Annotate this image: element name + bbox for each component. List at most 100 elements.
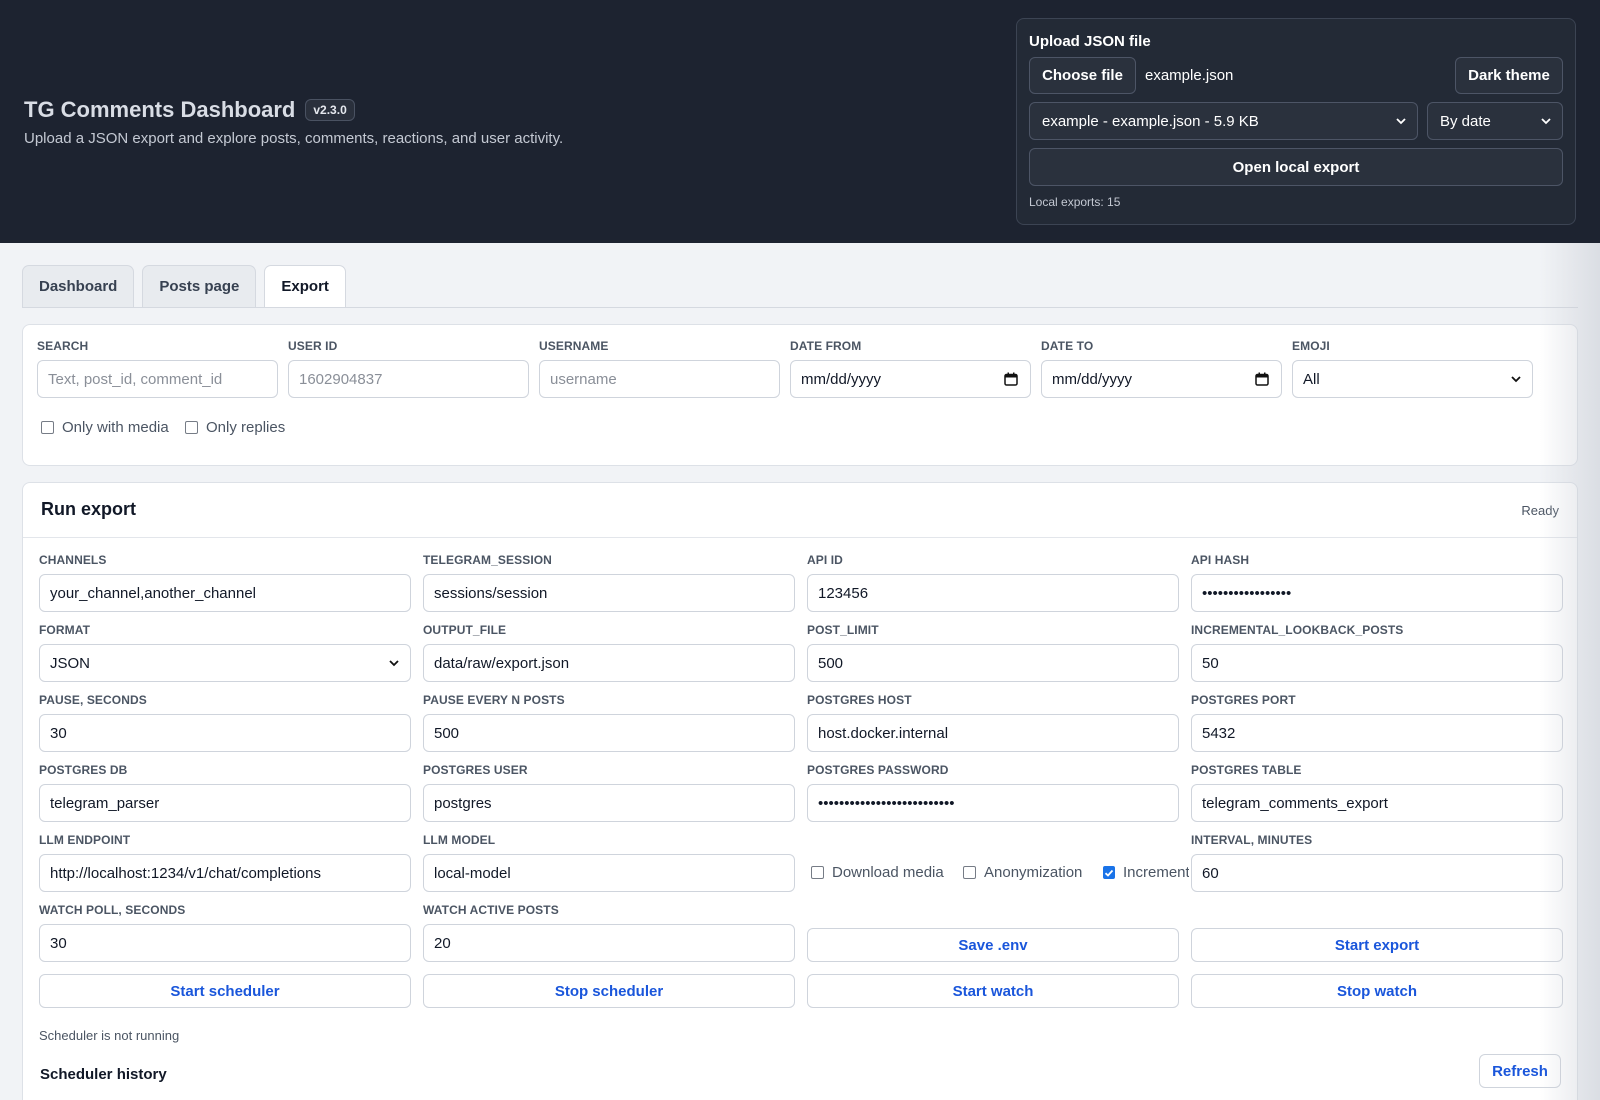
- start-scheduler-button[interactable]: Start scheduler: [39, 974, 411, 1008]
- search-input[interactable]: Text, post_id, comment_id: [37, 360, 278, 398]
- tab-dashboard[interactable]: Dashboard: [22, 265, 135, 307]
- post-limit-input[interactable]: 500: [807, 644, 1179, 682]
- user-id-label: USER ID: [288, 339, 338, 353]
- date-from-value: mm/dd/yyyy: [801, 370, 882, 388]
- incremental-lookback-input[interactable]: 50: [1191, 644, 1563, 682]
- tab-export[interactable]: Export: [264, 265, 346, 307]
- upload-title: Upload JSON file: [1029, 33, 1151, 50]
- post-limit-label: POST_LIMIT: [807, 623, 879, 637]
- only-replies-label: Only replies: [206, 419, 286, 436]
- date-to-label: DATE TO: [1041, 339, 1094, 353]
- calendar-icon[interactable]: [1255, 372, 1269, 386]
- pause-every-label: PAUSE EVERY N POSTS: [423, 693, 565, 707]
- upload-panel: Upload JSON file Choose file example.jso…: [1016, 18, 1576, 225]
- format-label: FORMAT: [39, 623, 91, 637]
- format-select-value: JSON: [50, 654, 91, 672]
- watch-active-input[interactable]: 20: [423, 924, 795, 962]
- api-hash-input[interactable]: •••••••••••••••••: [1191, 574, 1563, 612]
- postgres-password-label: POSTGRES PASSWORD: [807, 763, 949, 777]
- emoji-select-value: All: [1303, 370, 1320, 388]
- checkmark-icon: [1104, 869, 1114, 877]
- postgres-host-label: POSTGRES HOST: [807, 693, 912, 707]
- interval-minutes-input[interactable]: 60: [1191, 854, 1563, 892]
- tab-posts-page[interactable]: Posts page: [142, 265, 257, 307]
- anonymization-checkbox[interactable]: [963, 866, 976, 879]
- calendar-icon[interactable]: [1004, 372, 1018, 386]
- anonymization-label: Anonymization: [984, 864, 1083, 881]
- postgres-host-input[interactable]: host.docker.internal: [807, 714, 1179, 752]
- only-replies-option[interactable]: Only replies: [185, 419, 285, 436]
- app-title-row: TG Comments Dashboard v2.3.0: [24, 97, 355, 123]
- postgres-password-input[interactable]: ••••••••••••••••••••••••••: [807, 784, 1179, 822]
- incremental-option[interactable]: Increment: [1103, 864, 1189, 881]
- postgres-port-input[interactable]: 5432: [1191, 714, 1563, 752]
- pause-seconds-label: PAUSE, SECONDS: [39, 693, 147, 707]
- run-export-card: Run export Ready CHANNELS your_channel,a…: [22, 482, 1578, 1100]
- stop-watch-button[interactable]: Stop watch: [1191, 974, 1563, 1008]
- postgres-table-label: POSTGRES TABLE: [1191, 763, 1302, 777]
- only-media-checkbox[interactable]: [41, 421, 54, 434]
- channels-input[interactable]: your_channel,another_channel: [39, 574, 411, 612]
- only-media-option[interactable]: Only with media: [41, 419, 169, 436]
- output-file-input[interactable]: data/raw/export.json: [423, 644, 795, 682]
- postgres-user-input[interactable]: postgres: [423, 784, 795, 822]
- tab-bar: Dashboard Posts page Export: [22, 265, 346, 307]
- sort-select-value: By date: [1440, 112, 1491, 130]
- date-to-input[interactable]: mm/dd/yyyy: [1041, 360, 1282, 398]
- stop-scheduler-button[interactable]: Stop scheduler: [423, 974, 795, 1008]
- emoji-select[interactable]: All: [1292, 360, 1533, 398]
- telegram-session-input[interactable]: sessions/session: [423, 574, 795, 612]
- postgres-db-input[interactable]: telegram_parser: [39, 784, 411, 822]
- llm-endpoint-input[interactable]: http://localhost:1234/v1/chat/completion…: [39, 854, 411, 892]
- interval-minutes-label: INTERVAL, MINUTES: [1191, 833, 1313, 847]
- llm-model-input[interactable]: local-model: [423, 854, 795, 892]
- incremental-lookback-label: INCREMENTAL_LOOKBACK_POSTS: [1191, 623, 1404, 637]
- anonymization-option[interactable]: Anonymization: [963, 864, 1082, 881]
- download-media-label: Download media: [832, 864, 944, 881]
- incremental-checkbox[interactable]: [1103, 866, 1115, 879]
- start-watch-button[interactable]: Start watch: [807, 974, 1179, 1008]
- postgres-user-label: POSTGRES USER: [423, 763, 528, 777]
- start-export-button[interactable]: Start export: [1191, 928, 1563, 962]
- download-media-checkbox[interactable]: [811, 866, 824, 879]
- telegram-session-label: TELEGRAM_SESSION: [423, 553, 552, 567]
- scheduler-status: Scheduler is not running: [39, 1028, 180, 1043]
- only-replies-checkbox[interactable]: [185, 421, 198, 434]
- open-local-export-button[interactable]: Open local export: [1029, 148, 1563, 186]
- app-title: TG Comments Dashboard: [24, 97, 296, 122]
- emoji-label: EMOJI: [1292, 339, 1330, 353]
- choose-file-button[interactable]: Choose file: [1029, 57, 1136, 94]
- run-export-title: Run export: [41, 499, 137, 519]
- date-from-input[interactable]: mm/dd/yyyy: [790, 360, 1031, 398]
- dark-theme-button[interactable]: Dark theme: [1455, 57, 1563, 94]
- postgres-db-label: POSTGRES DB: [39, 763, 128, 777]
- llm-endpoint-label: LLM ENDPOINT: [39, 833, 131, 847]
- section-divider: [23, 537, 1577, 538]
- date-from-label: DATE FROM: [790, 339, 862, 353]
- scheduler-history-title: Scheduler history: [40, 1066, 167, 1083]
- api-id-input[interactable]: 123456: [807, 574, 1179, 612]
- postgres-port-label: POSTGRES PORT: [1191, 693, 1296, 707]
- user-id-input[interactable]: 1602904837: [288, 360, 529, 398]
- sort-select[interactable]: By date: [1427, 102, 1563, 140]
- app-subtitle: Upload a JSON export and explore posts, …: [24, 130, 564, 147]
- filters-card: SEARCH Text, post_id, comment_id USER ID…: [22, 324, 1578, 466]
- username-input[interactable]: username: [539, 360, 780, 398]
- pause-seconds-input[interactable]: 30: [39, 714, 411, 752]
- output-file-label: OUTPUT_FILE: [423, 623, 507, 637]
- pause-every-input[interactable]: 500: [423, 714, 795, 752]
- refresh-button[interactable]: Refresh: [1479, 1054, 1561, 1088]
- channels-label: CHANNELS: [39, 553, 107, 567]
- postgres-table-input[interactable]: telegram_comments_export: [1191, 784, 1563, 822]
- search-label: SEARCH: [37, 339, 89, 353]
- format-select[interactable]: JSON: [39, 644, 411, 682]
- api-hash-label: API HASH: [1191, 553, 1250, 567]
- save-env-button[interactable]: Save .env: [807, 928, 1179, 962]
- download-media-option[interactable]: Download media: [811, 864, 944, 881]
- watch-poll-input[interactable]: 30: [39, 924, 411, 962]
- chevron-down-icon: [1511, 376, 1521, 383]
- export-status: Ready: [1521, 503, 1559, 518]
- local-export-select-value: example - example.json - 5.9 KB: [1042, 112, 1259, 130]
- local-export-select[interactable]: example - example.json - 5.9 KB: [1029, 102, 1418, 140]
- version-badge: v2.3.0: [305, 99, 355, 121]
